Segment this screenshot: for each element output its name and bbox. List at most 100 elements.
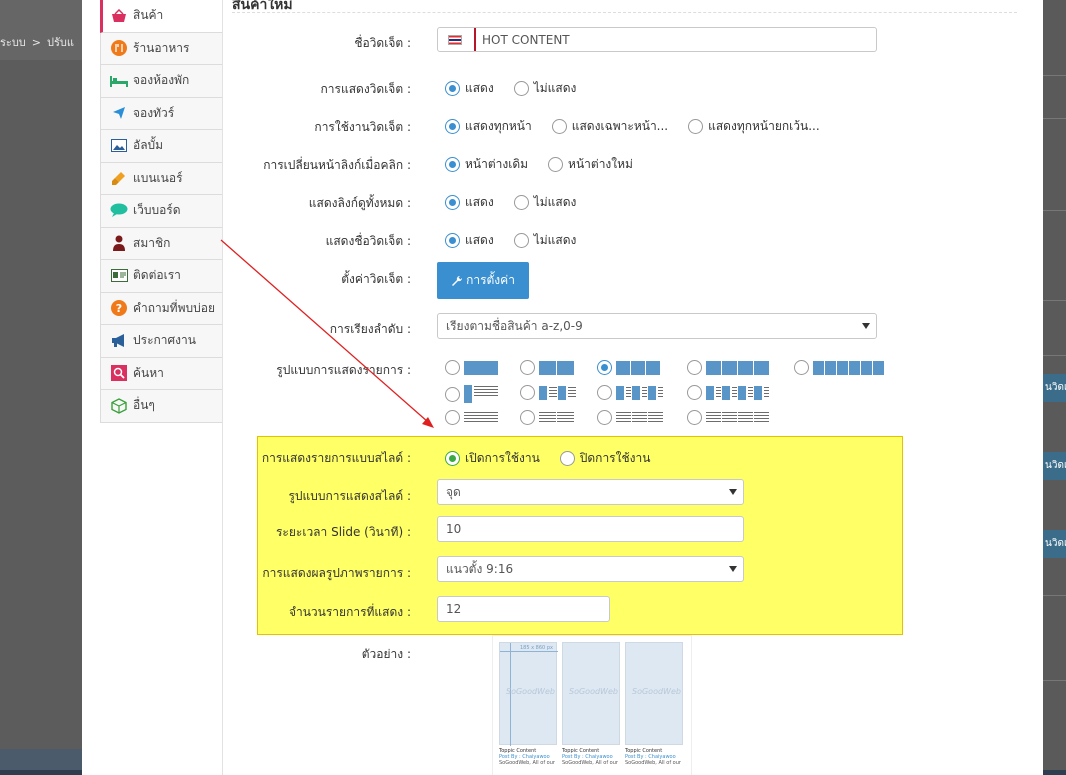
bg-line xyxy=(1043,595,1066,596)
layout-option-2[interactable] xyxy=(520,360,574,375)
layout-option-10[interactable] xyxy=(445,410,498,425)
sidebar-item-contact[interactable]: ติดต่อเรา xyxy=(100,260,223,293)
show-widget-name-option-show[interactable]: แสดง xyxy=(445,231,494,250)
radio-button[interactable] xyxy=(688,119,704,134)
image-display-select[interactable]: แนวตั้ง 9:16 xyxy=(437,556,744,582)
sort-order-select[interactable]: เรียงตามชื่อสินค้า a-z,0-9 xyxy=(437,313,877,339)
use-widget-option-except[interactable]: แสดงทุกหน้ายกเว้น... xyxy=(688,117,820,136)
sidebar-item-search[interactable]: ค้นหา xyxy=(100,357,223,390)
show-widget-option-show[interactable]: แสดง xyxy=(445,79,494,98)
show-all-link-option-hide[interactable]: ไม่แสดง xyxy=(513,193,576,212)
link-change-option-same[interactable]: หน้าต่างเดิม xyxy=(445,155,528,174)
sidebar-item-faq[interactable]: ? คำถามที่พบบ่อย xyxy=(100,292,223,325)
sidebar-item-hotel[interactable]: จองห้องพัก xyxy=(100,65,223,98)
layout-4-col-icon xyxy=(706,360,769,375)
sidebar-item-member[interactable]: สมาชิก xyxy=(100,227,223,260)
radio-button[interactable] xyxy=(445,386,460,402)
layout-option-7[interactable] xyxy=(520,385,576,400)
layout-option-11[interactable] xyxy=(520,410,574,425)
link-change-radio-group: หน้าต่างเดิม หน้าต่างใหม่ xyxy=(445,155,653,174)
sidebar-item-banner[interactable]: แบนเนอร์ xyxy=(100,162,223,195)
radio-button[interactable] xyxy=(445,410,460,425)
radio-button[interactable] xyxy=(597,360,612,375)
show-widget-option-hide[interactable]: ไม่แสดง xyxy=(513,79,577,98)
layout-option-13[interactable] xyxy=(687,410,769,425)
radio-button[interactable] xyxy=(548,157,564,172)
slide-interval-input[interactable]: 10 xyxy=(437,516,744,542)
slide-enable-option-off[interactable]: ปิดการใช้งาน xyxy=(559,449,650,468)
box-icon xyxy=(110,397,128,415)
option-label: ไม่แสดง xyxy=(533,81,577,95)
layout-option-4[interactable] xyxy=(687,360,769,375)
layout-option-6[interactable] xyxy=(445,385,498,403)
layout-option-1[interactable] xyxy=(445,360,498,375)
sidebar-item-jobs[interactable]: ประกาศงาน xyxy=(100,325,223,358)
radio-button[interactable] xyxy=(520,385,535,400)
radio-button[interactable] xyxy=(513,81,529,96)
widget-name-input[interactable]: HOT CONTENT xyxy=(437,27,877,52)
radio-button[interactable] xyxy=(794,360,809,375)
sidebar-item-label: สินค้า xyxy=(133,8,164,23)
widget-settings-label: ตั้งค่าวิดเจ็ต : xyxy=(341,272,411,286)
radio-button[interactable] xyxy=(445,119,460,134)
bg-widget-tab: นวิดเจ็ xyxy=(1043,530,1066,558)
radio-button[interactable] xyxy=(445,360,460,375)
radio-button[interactable] xyxy=(445,157,460,172)
sidebar-item-restaurant[interactable]: ร้านอาหาร xyxy=(100,32,223,65)
radio-button[interactable] xyxy=(445,451,460,466)
layout-option-12[interactable] xyxy=(597,410,663,425)
option-label: หน้าต่างใหม่ xyxy=(568,157,633,171)
radio-button[interactable] xyxy=(687,410,702,425)
option-label: แสดง xyxy=(465,195,494,209)
slide-enable-option-on[interactable]: เปิดการใช้งาน xyxy=(445,449,540,468)
show-widget-label: การแสดงวิดเจ็ต : xyxy=(320,82,411,96)
layout-option-8[interactable] xyxy=(597,385,663,400)
radio-button[interactable] xyxy=(597,410,612,425)
radio-button[interactable] xyxy=(687,360,702,375)
layout-option-9[interactable] xyxy=(687,385,769,400)
language-selector[interactable] xyxy=(448,28,476,51)
radio-button[interactable] xyxy=(513,195,529,210)
search-icon xyxy=(110,364,128,382)
megaphone-icon xyxy=(110,332,128,350)
layout-option-5[interactable] xyxy=(794,360,884,375)
watermark: SoGoodWeb xyxy=(506,687,555,696)
sidebar-item-webboard[interactable]: เว็บบอร์ด xyxy=(100,195,223,228)
radio-button[interactable] xyxy=(687,385,702,400)
radio-button[interactable] xyxy=(445,233,460,248)
use-widget-option-some[interactable]: แสดงเฉพาะหน้า... xyxy=(551,117,668,136)
sort-order-value: เรียงตามชื่อสินค้า a-z,0-9 xyxy=(446,318,583,333)
settings-button[interactable]: การตั้งค่า xyxy=(437,262,529,299)
slide-style-value: จุด xyxy=(446,484,461,499)
breadcrumb-item: ปรับแ xyxy=(47,36,74,49)
item-count-label: จำนวนรายการที่แสดง : xyxy=(288,605,411,619)
layout-option-3[interactable] xyxy=(597,360,660,375)
radio-button[interactable] xyxy=(520,360,535,375)
radio-button[interactable] xyxy=(559,451,575,466)
shopping-basket-icon xyxy=(110,7,128,25)
radio-button[interactable] xyxy=(520,410,535,425)
use-widget-label: การใช้งานวิดเจ็ต : xyxy=(314,120,411,134)
link-change-option-new[interactable]: หน้าต่างใหม่ xyxy=(548,155,633,174)
show-widget-name-option-hide[interactable]: ไม่แสดง xyxy=(513,231,576,250)
svg-text:?: ? xyxy=(116,302,122,315)
sidebar-item-label: ร้านอาหาร xyxy=(133,40,190,55)
sidebar-item-other[interactable]: อื่นๆ xyxy=(100,390,223,423)
show-widget-radio-group: แสดง ไม่แสดง xyxy=(445,79,596,98)
layout-text-3col-icon xyxy=(616,411,663,425)
radio-button[interactable] xyxy=(551,119,567,134)
radio-button[interactable] xyxy=(445,195,460,210)
layout-text-2col-icon xyxy=(539,411,574,425)
radio-button[interactable] xyxy=(513,233,529,248)
slide-style-select[interactable]: จุด xyxy=(437,479,744,505)
sidebar-item-album[interactable]: อัลบั้ม xyxy=(100,130,223,163)
show-all-link-option-show[interactable]: แสดง xyxy=(445,193,494,212)
sidebar-item-products[interactable]: สินค้า xyxy=(100,0,223,33)
radio-button[interactable] xyxy=(445,81,460,96)
radio-button[interactable] xyxy=(597,385,612,400)
option-label: เปิดการใช้งาน xyxy=(465,451,540,465)
use-widget-option-all[interactable]: แสดงทุกหน้า xyxy=(445,117,532,136)
slide-enable-label: การแสดงรายการแบบสไลด์ : xyxy=(261,451,411,465)
item-count-input[interactable]: 12 xyxy=(437,596,610,622)
sidebar-item-tour[interactable]: จองทัวร์ xyxy=(100,97,223,130)
